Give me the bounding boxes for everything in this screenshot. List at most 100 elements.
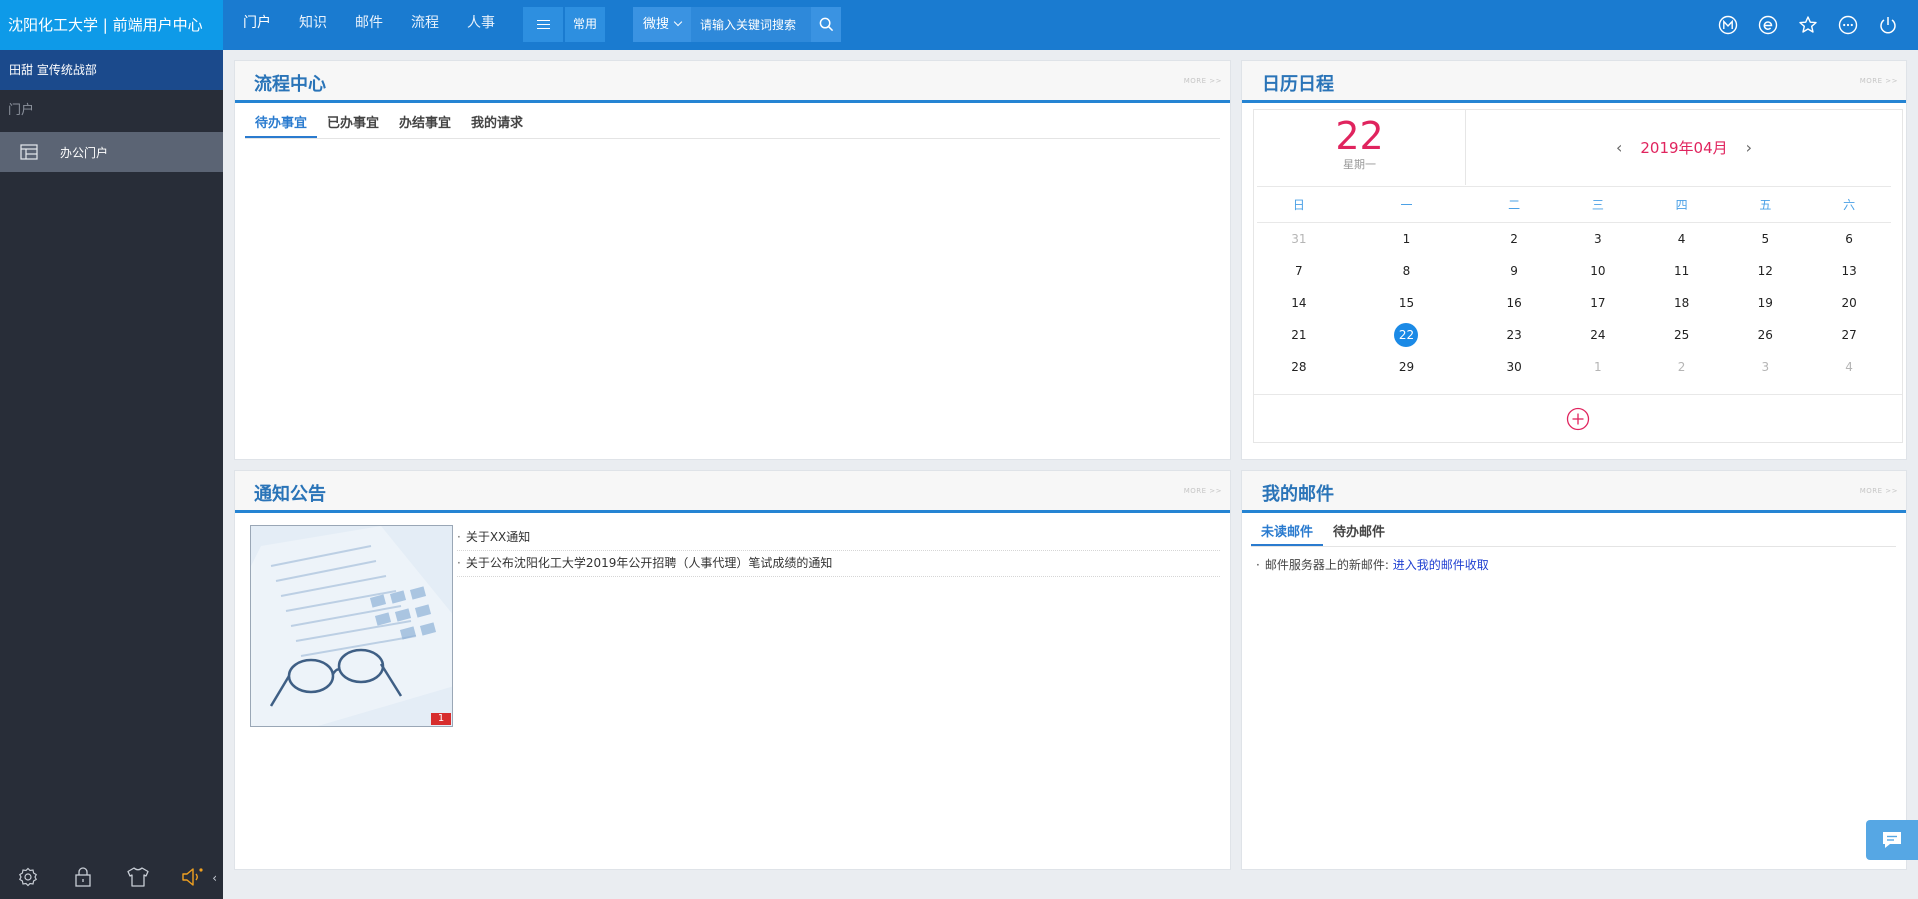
calendar-day[interactable]: 20 [1807,287,1891,319]
common-button[interactable]: 常用 [565,7,605,42]
shirt-icon[interactable] [110,855,165,899]
calendar-day-number: 17 [1590,295,1606,310]
calendar-day[interactable]: 24 [1556,319,1640,351]
calendar-day-number: 13 [1841,263,1857,278]
user-info[interactable]: 田甜 宣传统战部 [0,50,223,90]
calendar-day[interactable]: 2 [1472,223,1556,255]
mail-more-link[interactable]: MORE >> [1860,487,1898,495]
mail-panel-title: 我的邮件 [1262,484,1334,505]
calendar-day[interactable]: 14 [1257,287,1341,319]
notice-more-link[interactable]: MORE >> [1184,487,1222,495]
calendar-panel: 日历日程 MORE >> 22 星期一 ‹ 2019年04月 › 日一二三四五六… [1241,60,1907,460]
tab-todo[interactable]: 待办事宜 [245,110,318,138]
weekday-header: 三 [1555,186,1640,223]
calendar-day[interactable]: 13 [1807,255,1891,287]
calendar-day[interactable]: 27 [1807,319,1891,351]
tab-done[interactable]: 已办事宜 [317,110,389,138]
nav-mail[interactable]: 邮件 [341,0,397,50]
sidebar-item-office-portal[interactable]: 办公门户 [0,132,223,172]
calendar-day-number: 24 [1590,327,1606,342]
calendar-day-number: 10 [1590,263,1606,278]
next-month-button[interactable]: › [1728,138,1770,157]
power-icon[interactable] [1868,0,1908,50]
notice-panel-title: 通知公告 [254,484,326,505]
tab-finished[interactable]: 办结事宜 [389,110,461,138]
nav-knowledge[interactable]: 知识 [285,0,341,50]
sidebar-collapse-button[interactable]: ‹ [212,871,217,885]
workflow-more-link[interactable]: MORE >> [1184,77,1222,85]
weekday-header: 一 [1340,186,1473,223]
tab-my-requests[interactable]: 我的请求 [461,110,533,138]
calendar-day[interactable]: 1 [1341,223,1473,255]
calendar-day[interactable]: 6 [1807,223,1891,255]
notice-item[interactable]: · 关于XX通知 [457,525,1220,551]
calendar-day-today[interactable]: 22 [1341,319,1473,351]
calendar-day[interactable]: 10 [1556,255,1640,287]
calendar-day[interactable]: 5 [1723,223,1807,255]
chat-button[interactable] [1866,820,1918,860]
brand-title[interactable]: 沈阳化工大学 | 前端用户中心 [0,0,223,50]
calendar-day[interactable]: 28 [1257,351,1341,383]
calendar-day[interactable]: 4 [1640,223,1724,255]
calendar-day[interactable]: 11 [1640,255,1724,287]
calendar-month-label: 2019年04月 [1640,139,1728,157]
calendar-day[interactable]: 25 [1640,319,1724,351]
calendar-day-number: 30 [1506,359,1522,374]
search-scope-select[interactable]: 微搜 [633,7,691,42]
calendar-day[interactable]: 16 [1472,287,1556,319]
sidebar: 田甜 宣传统战部 门户 办公门户 ‹ [0,50,223,899]
nav-portal[interactable]: 门户 [229,0,285,50]
calendar-week-row: 28 29 30 1 2 3 4 [1257,351,1891,383]
nav-hr[interactable]: 人事 [453,0,509,50]
notice-item[interactable]: · 关于公布沈阳化工大学2019年公开招聘（人事代理）笔试成绩的通知 [457,551,1220,577]
weekday-header: 五 [1723,186,1808,223]
calendar-day[interactable]: 21 [1257,319,1341,351]
menu-button[interactable] [523,7,563,42]
calendar-day[interactable]: 8 [1341,255,1473,287]
calendar-day-number: 5 [1761,231,1770,246]
calendar-day[interactable]: 26 [1723,319,1807,351]
mail-fetch-link[interactable]: 进入我的邮件收取 [1393,558,1489,572]
calendar-day[interactable]: 15 [1341,287,1473,319]
tab-unread-mail[interactable]: 未读邮件 [1251,520,1324,546]
calendar-day[interactable]: 31 [1257,223,1341,255]
calendar-day[interactable]: 17 [1556,287,1640,319]
m-circle-icon[interactable] [1708,0,1748,50]
calendar-day[interactable]: 30 [1472,351,1556,383]
search-icon [819,17,833,32]
calendar-day[interactable]: 12 [1723,255,1807,287]
calendar-day-number: 16 [1506,295,1522,310]
calendar-day-number: 1 [1594,359,1602,374]
top-nav: 门户 知识 邮件 流程 人事 [229,0,509,50]
calendar-week-row: 7 8 9 10 11 12 13 [1257,255,1891,287]
notice-item-title: 关于XX通知 [465,530,531,544]
notice-image[interactable]: 1 [250,525,453,727]
calendar-more-link[interactable]: MORE >> [1860,77,1898,85]
nav-workflow[interactable]: 流程 [397,0,453,50]
e-circle-icon[interactable] [1748,0,1788,50]
lock-icon[interactable] [55,855,110,899]
calendar-day[interactable]: 4 [1807,351,1891,383]
settings-icon[interactable] [0,855,55,899]
calendar-day[interactable]: 29 [1341,351,1473,383]
more-circle-icon[interactable] [1828,0,1868,50]
star-icon[interactable] [1788,0,1828,50]
calendar-grid: 日一二三四五六 31 1 2 3 4 5 6 7 8 9 10 11 12 13 14 15 16 17 18 19 2… [1257,186,1891,383]
calendar-day[interactable]: 9 [1472,255,1556,287]
calendar-day[interactable]: 7 [1257,255,1341,287]
search-button[interactable] [811,7,841,42]
prev-month-button[interactable]: ‹ [1598,138,1640,157]
tab-pending-mail[interactable]: 待办邮件 [1323,520,1395,546]
calendar-day[interactable]: 1 [1556,351,1640,383]
add-event-icon[interactable] [1566,407,1590,431]
calendar-day[interactable]: 3 [1723,351,1807,383]
calendar-day[interactable]: 23 [1472,319,1556,351]
search-input[interactable] [691,7,811,42]
calendar-day[interactable]: 18 [1640,287,1724,319]
calendar-day-number: 3 [1594,231,1602,246]
calendar-day[interactable]: 19 [1723,287,1807,319]
calendar-day[interactable]: 3 [1556,223,1640,255]
calendar-day[interactable]: 2 [1640,351,1724,383]
calendar-day-number: 23 [1506,327,1522,342]
sidebar-item-label: 办公门户 [60,145,109,160]
